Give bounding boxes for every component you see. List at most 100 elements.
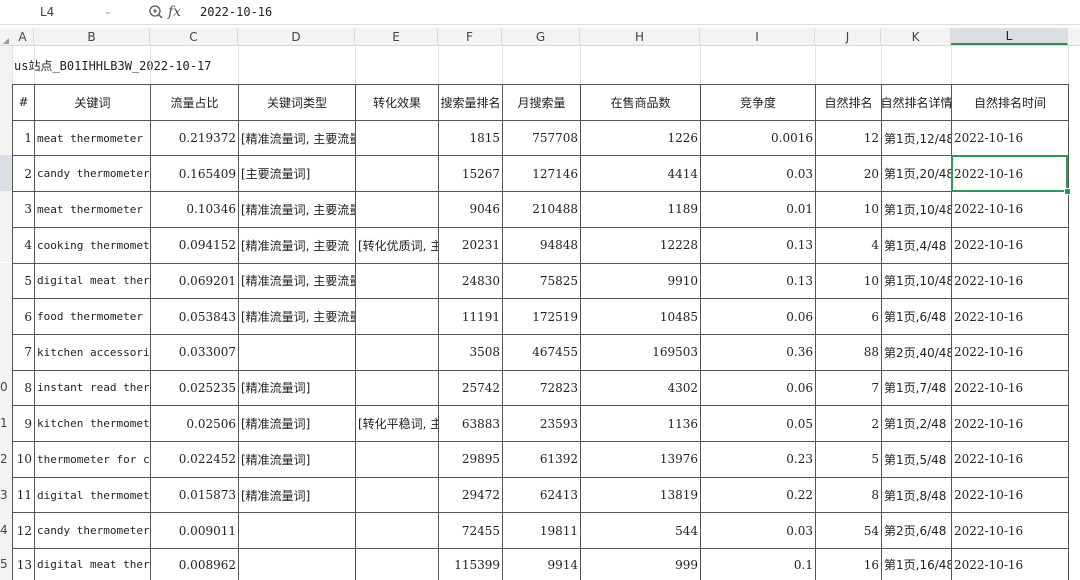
row-header[interactable] bbox=[0, 84, 12, 120]
table-cell[interactable]: 0.094152 bbox=[151, 228, 238, 263]
table-cell[interactable]: 1136 bbox=[581, 406, 700, 441]
column-header-e[interactable]: E bbox=[355, 28, 438, 45]
column-header-k[interactable]: K bbox=[881, 28, 951, 45]
table-cell[interactable]: 25742 bbox=[439, 371, 502, 406]
table-cell[interactable]: 0.10346 bbox=[151, 192, 238, 227]
table-cell[interactable]: 第1页,10/48 bbox=[882, 192, 951, 227]
table-cell[interactable] bbox=[356, 513, 438, 548]
table-cell[interactable]: 61392 bbox=[503, 442, 580, 477]
table-cell[interactable]: 2022-10-16 bbox=[952, 121, 1068, 156]
table-cell[interactable]: 第1页,8/48 bbox=[882, 478, 951, 513]
table-cell[interactable]: 0.03 bbox=[701, 513, 815, 548]
table-header-cell[interactable]: 在售商品数 bbox=[581, 85, 700, 120]
table-cell[interactable]: 13819 bbox=[581, 478, 700, 513]
table-cell[interactable]: 6 bbox=[816, 299, 881, 334]
table-cell[interactable]: [主要流量词] bbox=[239, 156, 355, 191]
column-header-b[interactable]: B bbox=[34, 28, 150, 45]
row-header[interactable] bbox=[0, 119, 12, 156]
table-cell[interactable]: 0.06 bbox=[701, 299, 815, 334]
table-cell[interactable]: 2022-10-16 bbox=[952, 335, 1068, 370]
table-cell[interactable]: 29895 bbox=[439, 442, 502, 477]
table-cell[interactable]: 11 bbox=[13, 478, 34, 513]
table-cell[interactable]: 0.23 bbox=[701, 442, 815, 477]
table-cell[interactable]: 24830 bbox=[439, 264, 502, 299]
table-cell[interactable]: 1 bbox=[13, 121, 34, 156]
table-cell[interactable]: 第2页,40/48 bbox=[882, 335, 951, 370]
table-cell[interactable]: thermometer for coo bbox=[35, 442, 150, 477]
table-cell[interactable]: 13 bbox=[13, 549, 34, 580]
table-cell[interactable]: 94848 bbox=[503, 228, 580, 263]
table-cell[interactable]: 13976 bbox=[581, 442, 700, 477]
table-cell[interactable]: meat thermometer di bbox=[35, 192, 150, 227]
table-cell[interactable]: 75825 bbox=[503, 264, 580, 299]
table-cell[interactable]: 4414 bbox=[581, 156, 700, 191]
table-cell[interactable]: 2022-10-16 bbox=[952, 299, 1068, 334]
column-header-l[interactable]: L bbox=[951, 28, 1068, 45]
column-header-g[interactable]: G bbox=[502, 28, 580, 45]
table-cell[interactable]: 第2页,6/48 bbox=[882, 513, 951, 548]
table-cell[interactable]: [精准流量词] bbox=[239, 478, 355, 513]
table-cell[interactable]: 12228 bbox=[581, 228, 700, 263]
table-cell[interactable]: 0.022452 bbox=[151, 442, 238, 477]
fx-icon[interactable]: fx bbox=[168, 2, 186, 22]
table-cell[interactable]: 10485 bbox=[581, 299, 700, 334]
table-cell[interactable]: 4 bbox=[816, 228, 881, 263]
table-header-cell[interactable]: 搜索量排名 bbox=[439, 85, 502, 120]
table-cell[interactable]: [精准流量词] bbox=[239, 406, 355, 441]
column-header-d[interactable]: D bbox=[238, 28, 355, 45]
table-cell[interactable]: [精准流量词] bbox=[239, 371, 355, 406]
table-cell[interactable] bbox=[239, 549, 355, 580]
table-header-cell[interactable]: 关键词 bbox=[35, 85, 150, 120]
table-cell[interactable]: 5 bbox=[816, 442, 881, 477]
table-cell[interactable]: 72823 bbox=[503, 371, 580, 406]
table-header-cell[interactable]: 自然排名时间 bbox=[952, 85, 1068, 120]
table-cell[interactable]: 0.02506 bbox=[151, 406, 238, 441]
column-header-a[interactable]: A bbox=[12, 28, 34, 45]
table-cell[interactable]: 第1页,6/48 bbox=[882, 299, 951, 334]
table-cell[interactable]: 9910 bbox=[581, 264, 700, 299]
table-cell[interactable]: 19811 bbox=[503, 513, 580, 548]
table-cell[interactable]: 23593 bbox=[503, 406, 580, 441]
table-cell[interactable]: 8 bbox=[13, 371, 34, 406]
table-cell[interactable]: 2022-10-16 bbox=[952, 442, 1068, 477]
table-cell[interactable]: 757708 bbox=[503, 121, 580, 156]
table-cell[interactable]: 0.03 bbox=[701, 156, 815, 191]
table-cell[interactable]: 2 bbox=[13, 156, 34, 191]
row-header[interactable] bbox=[0, 191, 12, 227]
table-cell[interactable]: 20231 bbox=[439, 228, 502, 263]
table-cell[interactable]: 16 bbox=[816, 549, 881, 580]
table-header-cell[interactable]: 月搜索量 bbox=[503, 85, 580, 120]
table-cell[interactable]: 115399 bbox=[439, 549, 502, 580]
table-cell[interactable]: [精准流量词, 主要流 bbox=[239, 228, 355, 263]
table-cell[interactable]: 0.033007 bbox=[151, 335, 238, 370]
table-cell[interactable]: 9 bbox=[13, 406, 34, 441]
table-cell[interactable]: [精准流量词, 主要流量词] bbox=[239, 192, 355, 227]
table-cell[interactable]: 0.069201 bbox=[151, 264, 238, 299]
table-header-cell[interactable]: 流量占比 bbox=[151, 85, 238, 120]
table-cell[interactable]: 63883 bbox=[439, 406, 502, 441]
table-cell[interactable]: cooking thermometer bbox=[35, 228, 150, 263]
table-cell[interactable]: 2022-10-16 bbox=[952, 513, 1068, 548]
table-header-cell[interactable]: 转化效果 bbox=[356, 85, 438, 120]
sheet-title-cell[interactable]: us站点_B01IHHLB3W_2022-10-17 bbox=[12, 46, 412, 84]
table-cell[interactable]: 2022-10-16 bbox=[952, 549, 1068, 580]
table-cell[interactable] bbox=[356, 156, 438, 191]
formula-input[interactable]: 2022-10-16 bbox=[200, 2, 272, 22]
table-cell[interactable]: 54 bbox=[816, 513, 881, 548]
table-cell[interactable]: 20 bbox=[816, 156, 881, 191]
table-cell[interactable]: 88 bbox=[816, 335, 881, 370]
table-cell[interactable]: 7 bbox=[816, 371, 881, 406]
table-cell[interactable]: digital meat thermo bbox=[35, 264, 150, 299]
table-cell[interactable] bbox=[356, 549, 438, 580]
table-cell[interactable]: 9046 bbox=[439, 192, 502, 227]
table-cell[interactable]: 10 bbox=[816, 264, 881, 299]
table-cell[interactable] bbox=[239, 513, 355, 548]
table-cell[interactable]: 4302 bbox=[581, 371, 700, 406]
table-cell[interactable]: 12 bbox=[13, 513, 34, 548]
table-cell[interactable]: 0.165409 bbox=[151, 156, 238, 191]
row-header[interactable]: 3 bbox=[0, 476, 12, 513]
table-cell[interactable]: instant read thermo bbox=[35, 371, 150, 406]
table-cell[interactable]: 9914 bbox=[503, 549, 580, 580]
table-cell[interactable]: 1226 bbox=[581, 121, 700, 156]
table-header-cell[interactable]: 自然排名 bbox=[816, 85, 881, 120]
